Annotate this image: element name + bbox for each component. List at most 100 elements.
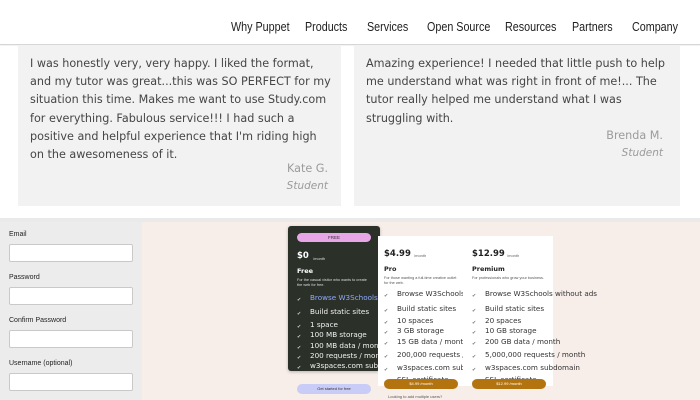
pro-plan-button[interactable]: $4.99 /month [384, 379, 458, 389]
plan-feature: ✔ w3spaces.com subdomain [384, 364, 492, 375]
feature-text: Browse W3Schools without ads [485, 289, 598, 298]
plan-feature: ✔ Browse W3Schools without ads [384, 290, 509, 301]
plan-feature: ✔ 200 GB data / month [472, 338, 560, 349]
confirm-password-label: Confirm Password [9, 317, 67, 324]
feature-text: 100 MB data / month [310, 341, 386, 350]
testimonial-quote: I was honestly very, very happy. I liked… [30, 55, 331, 164]
check-icon: ✔ [384, 354, 389, 360]
testimonial-role: Student [286, 180, 328, 192]
email-label: Email [9, 231, 27, 238]
check-icon: ✔ [384, 320, 389, 326]
check-icon: ✔ [472, 293, 477, 299]
quote-line: me understand what was right in front of… [366, 75, 657, 89]
plan-feature: ✔ Build static sites [472, 304, 550, 316]
feature-text: 100 MB storage [310, 330, 367, 339]
feature-text: Build static sites [485, 304, 545, 313]
check-icon: ✔ [384, 308, 389, 314]
signup-form: Email Password Confirm Password Username… [0, 222, 142, 400]
password-field[interactable] [9, 287, 133, 305]
check-icon: ✔ [472, 367, 477, 373]
testimonial-role: Student [621, 147, 663, 159]
feature-text: 10 GB storage [485, 326, 537, 335]
multiple-users-link[interactable]: Looking to add multiple users? [388, 394, 442, 399]
feature-text: 200 requests / month [310, 351, 388, 360]
plan-price: $4.99 [384, 249, 411, 259]
plan-feature: ✔ w3spaces.com subdomain [297, 362, 405, 373]
plan-description: For those wanting a full-time creative o… [384, 276, 457, 285]
quote-line: and my tutor was great...this was SO PER… [30, 75, 331, 89]
confirm-password-field[interactable] [9, 330, 133, 348]
nav-company[interactable]: Company [632, 20, 678, 34]
testimonial-author: Brenda M. [606, 129, 663, 142]
check-icon: ✔ [297, 324, 302, 330]
plan-feature: ✔ 200,000 requests / month [384, 351, 490, 362]
feature-text: 5,000,000 requests / month [485, 350, 586, 359]
check-icon: ✔ [384, 341, 389, 347]
check-icon: ✔ [297, 334, 302, 340]
plan-feature: ✔ Build static sites [384, 305, 462, 316]
email-field[interactable] [9, 244, 133, 262]
nav-partners[interactable]: Partners [572, 20, 613, 34]
pricing-card-free: FREE $0 /month Free For the casual visit… [288, 226, 422, 373]
quote-line: struggling with. [366, 111, 454, 125]
feature-text: 1 space [310, 320, 338, 329]
plan-description: For the casual visitor who wants to crea… [297, 278, 367, 287]
plan-period: /month [507, 253, 520, 258]
feature-text: 20 spaces [485, 316, 522, 325]
quote-line: for everything. Fabulous service!!! I ha… [30, 111, 295, 125]
premium-plan-button[interactable]: $12.99 /month [472, 379, 546, 389]
check-icon: ✔ [472, 354, 477, 360]
check-icon: ✔ [297, 311, 302, 317]
quote-line: positive and helpful experience that I'm… [30, 129, 317, 143]
feature-text: 200 GB data / month [485, 337, 561, 346]
plan-feature: ✔ 15 GB data / month [384, 338, 468, 349]
quote-line: I was honestly very, very happy. I liked… [30, 57, 314, 70]
plan-feature: ✔ Build static sites [297, 307, 375, 319]
username-label: Username (optional) [9, 360, 73, 367]
feature-text: 3 GB storage [397, 326, 444, 335]
check-icon: ✔ [297, 297, 302, 303]
nav-resources[interactable]: Resources [505, 20, 556, 34]
feature-text: 15 GB data / month [397, 337, 468, 346]
feature-text: Build static sites [310, 307, 370, 316]
plan-feature: ✔ 5,000,000 requests / month [472, 351, 585, 362]
check-icon: ✔ [384, 330, 389, 336]
check-icon: ✔ [472, 330, 477, 336]
testimonials-section: I was honestly very, very happy. I liked… [0, 46, 700, 218]
pricing-card-premium: $12.99 /month Premium For professionals … [463, 236, 597, 386]
quote-line: tutor really helped me understand what I… [366, 93, 622, 107]
plan-name: Free [297, 267, 314, 275]
feature-text: 10 spaces [397, 316, 434, 325]
check-icon: ✔ [297, 365, 302, 371]
pricing-card-pro: $4.99 /month Pro For those wanting a ful… [378, 236, 509, 386]
testimonial-author: Kate G. [286, 162, 328, 175]
check-icon: ✔ [297, 355, 302, 361]
plan-period: /month [313, 256, 326, 261]
plan-name: Pro [384, 265, 397, 273]
password-label: Password [9, 274, 40, 281]
quote-line: situation this time. Makes me want to us… [30, 93, 327, 107]
plan-feature: ✔ Browse W3Schools without ads [297, 294, 422, 305]
check-icon: ✔ [297, 345, 302, 351]
plan-name: Premium [472, 265, 505, 273]
check-icon: ✔ [472, 308, 477, 314]
nav-products[interactable]: Products [305, 20, 347, 34]
quote-line: Amazing experience! I needed that little… [366, 57, 665, 70]
plan-badge: FREE [297, 233, 371, 242]
pricing-section: FREE $0 /month Free For the casual visit… [142, 222, 700, 400]
plan-feature: ✔ Browse W3Schools without ads [472, 290, 597, 301]
nav-open-source[interactable]: Open Source [427, 20, 490, 34]
feature-text: w3spaces.com subdomain [485, 363, 580, 372]
testimonial-card: Amazing experience! I needed that little… [354, 46, 680, 206]
nav-why-puppet[interactable]: Why Puppet [231, 20, 290, 34]
testimonial-quote: Amazing experience! I needed that little… [366, 55, 665, 128]
quote-line: on the awesomeness of it. [30, 148, 178, 162]
check-icon: ✔ [384, 293, 389, 299]
nav-services[interactable]: Services [367, 20, 408, 34]
check-icon: ✔ [472, 320, 477, 326]
username-field[interactable] [9, 373, 133, 391]
plan-description: For professionals who grow your business… [472, 276, 544, 280]
top-nav: Why Puppet Products Services Open Source… [0, 0, 700, 45]
free-plan-button[interactable]: Get started for free [297, 384, 371, 394]
testimonial-card: I was honestly very, very happy. I liked… [18, 46, 341, 206]
